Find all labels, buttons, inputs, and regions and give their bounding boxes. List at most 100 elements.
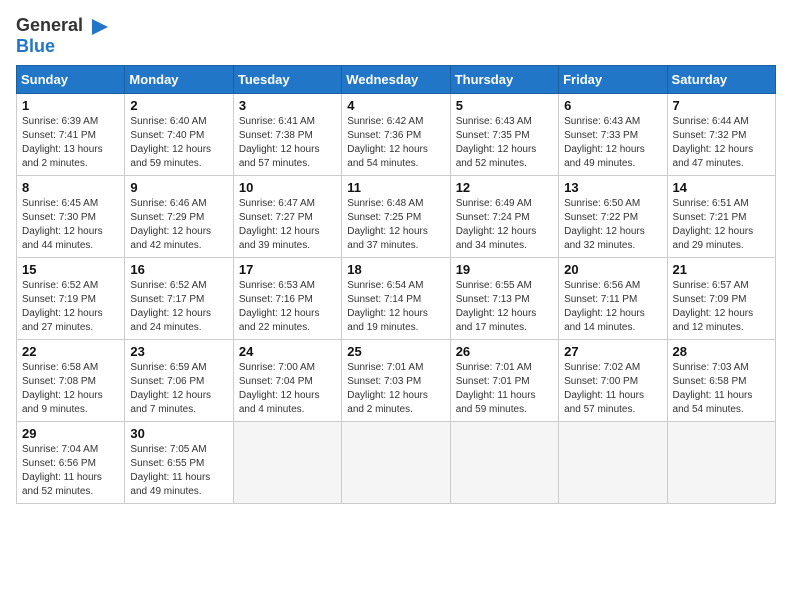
day-number: 13 bbox=[564, 180, 661, 195]
calendar-cell: 2 Sunrise: 6:40 AMSunset: 7:40 PMDaylight… bbox=[125, 93, 233, 175]
day-info: Sunrise: 6:59 AMSunset: 7:06 PMDaylight:… bbox=[130, 361, 227, 417]
day-info: Sunrise: 6:56 AMSunset: 7:11 PMDaylight:… bbox=[564, 279, 661, 335]
calendar-cell: 25 Sunrise: 7:01 AMSunset: 7:03 PMDayligh… bbox=[342, 339, 450, 421]
day-info: Sunrise: 7:04 AMSunset: 6:56 PMDaylight:… bbox=[22, 443, 119, 499]
day-number: 25 bbox=[347, 344, 444, 359]
day-info: Sunrise: 6:55 AMSunset: 7:13 PMDaylight:… bbox=[456, 279, 553, 335]
calendar-cell: 15 Sunrise: 6:52 AMSunset: 7:19 PMDayligh… bbox=[17, 257, 125, 339]
day-info: Sunrise: 6:40 AMSunset: 7:40 PMDaylight:… bbox=[130, 115, 227, 171]
day-info: Sunrise: 6:41 AMSunset: 7:38 PMDaylight:… bbox=[239, 115, 336, 171]
day-info: Sunrise: 6:54 AMSunset: 7:14 PMDaylight:… bbox=[347, 279, 444, 335]
day-info: Sunrise: 6:49 AMSunset: 7:24 PMDaylight:… bbox=[456, 197, 553, 253]
calendar-cell: 19 Sunrise: 6:55 AMSunset: 7:13 PMDayligh… bbox=[450, 257, 558, 339]
calendar-cell: 3 Sunrise: 6:41 AMSunset: 7:38 PMDaylight… bbox=[233, 93, 341, 175]
day-number: 16 bbox=[130, 262, 227, 277]
day-info: Sunrise: 6:52 AMSunset: 7:17 PMDaylight:… bbox=[130, 279, 227, 335]
day-info: Sunrise: 7:00 AMSunset: 7:04 PMDaylight:… bbox=[239, 361, 336, 417]
calendar-cell: 23 Sunrise: 6:59 AMSunset: 7:06 PMDayligh… bbox=[125, 339, 233, 421]
day-number: 20 bbox=[564, 262, 661, 277]
day-number: 28 bbox=[673, 344, 770, 359]
calendar-cell: 24 Sunrise: 7:00 AMSunset: 7:04 PMDayligh… bbox=[233, 339, 341, 421]
weekday-header-friday: Friday bbox=[559, 65, 667, 93]
calendar-cell: 17 Sunrise: 6:53 AMSunset: 7:16 PMDayligh… bbox=[233, 257, 341, 339]
day-info: Sunrise: 6:42 AMSunset: 7:36 PMDaylight:… bbox=[347, 115, 444, 171]
day-number: 30 bbox=[130, 426, 227, 441]
calendar-table: SundayMondayTuesdayWednesdayThursdayFrid… bbox=[16, 65, 776, 504]
calendar-cell bbox=[559, 421, 667, 503]
day-info: Sunrise: 6:50 AMSunset: 7:22 PMDaylight:… bbox=[564, 197, 661, 253]
calendar-cell: 10 Sunrise: 6:47 AMSunset: 7:27 PMDayligh… bbox=[233, 175, 341, 257]
day-number: 7 bbox=[673, 98, 770, 113]
day-info: Sunrise: 6:58 AMSunset: 7:08 PMDaylight:… bbox=[22, 361, 119, 417]
weekday-header-saturday: Saturday bbox=[667, 65, 775, 93]
weekday-header-monday: Monday bbox=[125, 65, 233, 93]
day-info: Sunrise: 7:01 AMSunset: 7:01 PMDaylight:… bbox=[456, 361, 553, 417]
week-row-5: 29 Sunrise: 7:04 AMSunset: 6:56 PMDayligh… bbox=[17, 421, 776, 503]
calendar-cell: 26Sunrise: 7:01 AMSunset: 7:01 PMDayligh… bbox=[450, 339, 558, 421]
day-info: Sunrise: 6:46 AMSunset: 7:29 PMDaylight:… bbox=[130, 197, 227, 253]
day-number: 6 bbox=[564, 98, 661, 113]
day-info: Sunrise: 7:03 AMSunset: 6:58 PMDaylight:… bbox=[673, 361, 770, 417]
day-info: Sunrise: 7:02 AMSunset: 7:00 PMDaylight:… bbox=[564, 361, 661, 417]
day-number: 3 bbox=[239, 98, 336, 113]
day-info: Sunrise: 6:45 AMSunset: 7:30 PMDaylight:… bbox=[22, 197, 119, 253]
day-number: 2 bbox=[130, 98, 227, 113]
calendar-cell: 4 Sunrise: 6:42 AMSunset: 7:36 PMDaylight… bbox=[342, 93, 450, 175]
day-number: 21 bbox=[673, 262, 770, 277]
day-number: 29 bbox=[22, 426, 119, 441]
day-number: 22 bbox=[22, 344, 119, 359]
day-number: 23 bbox=[130, 344, 227, 359]
weekday-header-tuesday: Tuesday bbox=[233, 65, 341, 93]
page-header: General Blue bbox=[16, 16, 776, 57]
weekday-header-wednesday: Wednesday bbox=[342, 65, 450, 93]
calendar-cell: 18Sunrise: 6:54 AMSunset: 7:14 PMDayligh… bbox=[342, 257, 450, 339]
calendar-cell: 16 Sunrise: 6:52 AMSunset: 7:17 PMDayligh… bbox=[125, 257, 233, 339]
calendar-cell: 22 Sunrise: 6:58 AMSunset: 7:08 PMDayligh… bbox=[17, 339, 125, 421]
calendar-cell: 29 Sunrise: 7:04 AMSunset: 6:56 PMDayligh… bbox=[17, 421, 125, 503]
day-info: Sunrise: 6:44 AMSunset: 7:32 PMDaylight:… bbox=[673, 115, 770, 171]
day-number: 17 bbox=[239, 262, 336, 277]
calendar-cell: 28 Sunrise: 7:03 AMSunset: 6:58 PMDayligh… bbox=[667, 339, 775, 421]
calendar-cell: 12 Sunrise: 6:49 AMSunset: 7:24 PMDayligh… bbox=[450, 175, 558, 257]
calendar-cell: 30 Sunrise: 7:05 AMSunset: 6:55 PMDayligh… bbox=[125, 421, 233, 503]
day-number: 11 bbox=[347, 180, 444, 195]
day-info: Sunrise: 6:48 AMSunset: 7:25 PMDaylight:… bbox=[347, 197, 444, 253]
weekday-header-thursday: Thursday bbox=[450, 65, 558, 93]
calendar-cell: 5Sunrise: 6:43 AMSunset: 7:35 PMDaylight… bbox=[450, 93, 558, 175]
day-number: 9 bbox=[130, 180, 227, 195]
calendar-cell: 27 Sunrise: 7:02 AMSunset: 7:00 PMDayligh… bbox=[559, 339, 667, 421]
week-row-2: 8 Sunrise: 6:45 AMSunset: 7:30 PMDaylight… bbox=[17, 175, 776, 257]
day-number: 19 bbox=[456, 262, 553, 277]
calendar-cell: 7 Sunrise: 6:44 AMSunset: 7:32 PMDaylight… bbox=[667, 93, 775, 175]
day-number: 12 bbox=[456, 180, 553, 195]
day-number: 4 bbox=[347, 98, 444, 113]
weekday-header-sunday: Sunday bbox=[17, 65, 125, 93]
week-row-1: 1 Sunrise: 6:39 AMSunset: 7:41 PMDaylight… bbox=[17, 93, 776, 175]
week-row-4: 22 Sunrise: 6:58 AMSunset: 7:08 PMDayligh… bbox=[17, 339, 776, 421]
logo-general: General bbox=[16, 15, 83, 35]
day-info: Sunrise: 6:39 AMSunset: 7:41 PMDaylight:… bbox=[22, 115, 119, 171]
calendar-cell: 21Sunrise: 6:57 AMSunset: 7:09 PMDayligh… bbox=[667, 257, 775, 339]
day-info: Sunrise: 6:53 AMSunset: 7:16 PMDaylight:… bbox=[239, 279, 336, 335]
calendar-cell bbox=[233, 421, 341, 503]
day-number: 8 bbox=[22, 180, 119, 195]
day-info: Sunrise: 7:01 AMSunset: 7:03 PMDaylight:… bbox=[347, 361, 444, 417]
day-number: 10 bbox=[239, 180, 336, 195]
calendar-cell: 20 Sunrise: 6:56 AMSunset: 7:11 PMDayligh… bbox=[559, 257, 667, 339]
day-info: Sunrise: 6:43 AMSunset: 7:35 PMDaylight:… bbox=[456, 115, 553, 171]
day-number: 24 bbox=[239, 344, 336, 359]
day-info: Sunrise: 6:52 AMSunset: 7:19 PMDaylight:… bbox=[22, 279, 119, 335]
logo-triangle-icon bbox=[90, 17, 110, 37]
day-number: 1 bbox=[22, 98, 119, 113]
day-info: Sunrise: 7:05 AMSunset: 6:55 PMDaylight:… bbox=[130, 443, 227, 499]
calendar-cell: 1 Sunrise: 6:39 AMSunset: 7:41 PMDaylight… bbox=[17, 93, 125, 175]
logo: General Blue bbox=[16, 16, 110, 57]
logo-blue: Blue bbox=[16, 36, 55, 56]
day-number: 14 bbox=[673, 180, 770, 195]
day-number: 15 bbox=[22, 262, 119, 277]
calendar-cell: 6Sunrise: 6:43 AMSunset: 7:33 PMDaylight… bbox=[559, 93, 667, 175]
calendar-cell bbox=[342, 421, 450, 503]
day-info: Sunrise: 6:47 AMSunset: 7:27 PMDaylight:… bbox=[239, 197, 336, 253]
calendar-cell: 11 Sunrise: 6:48 AMSunset: 7:25 PMDayligh… bbox=[342, 175, 450, 257]
day-number: 27 bbox=[564, 344, 661, 359]
